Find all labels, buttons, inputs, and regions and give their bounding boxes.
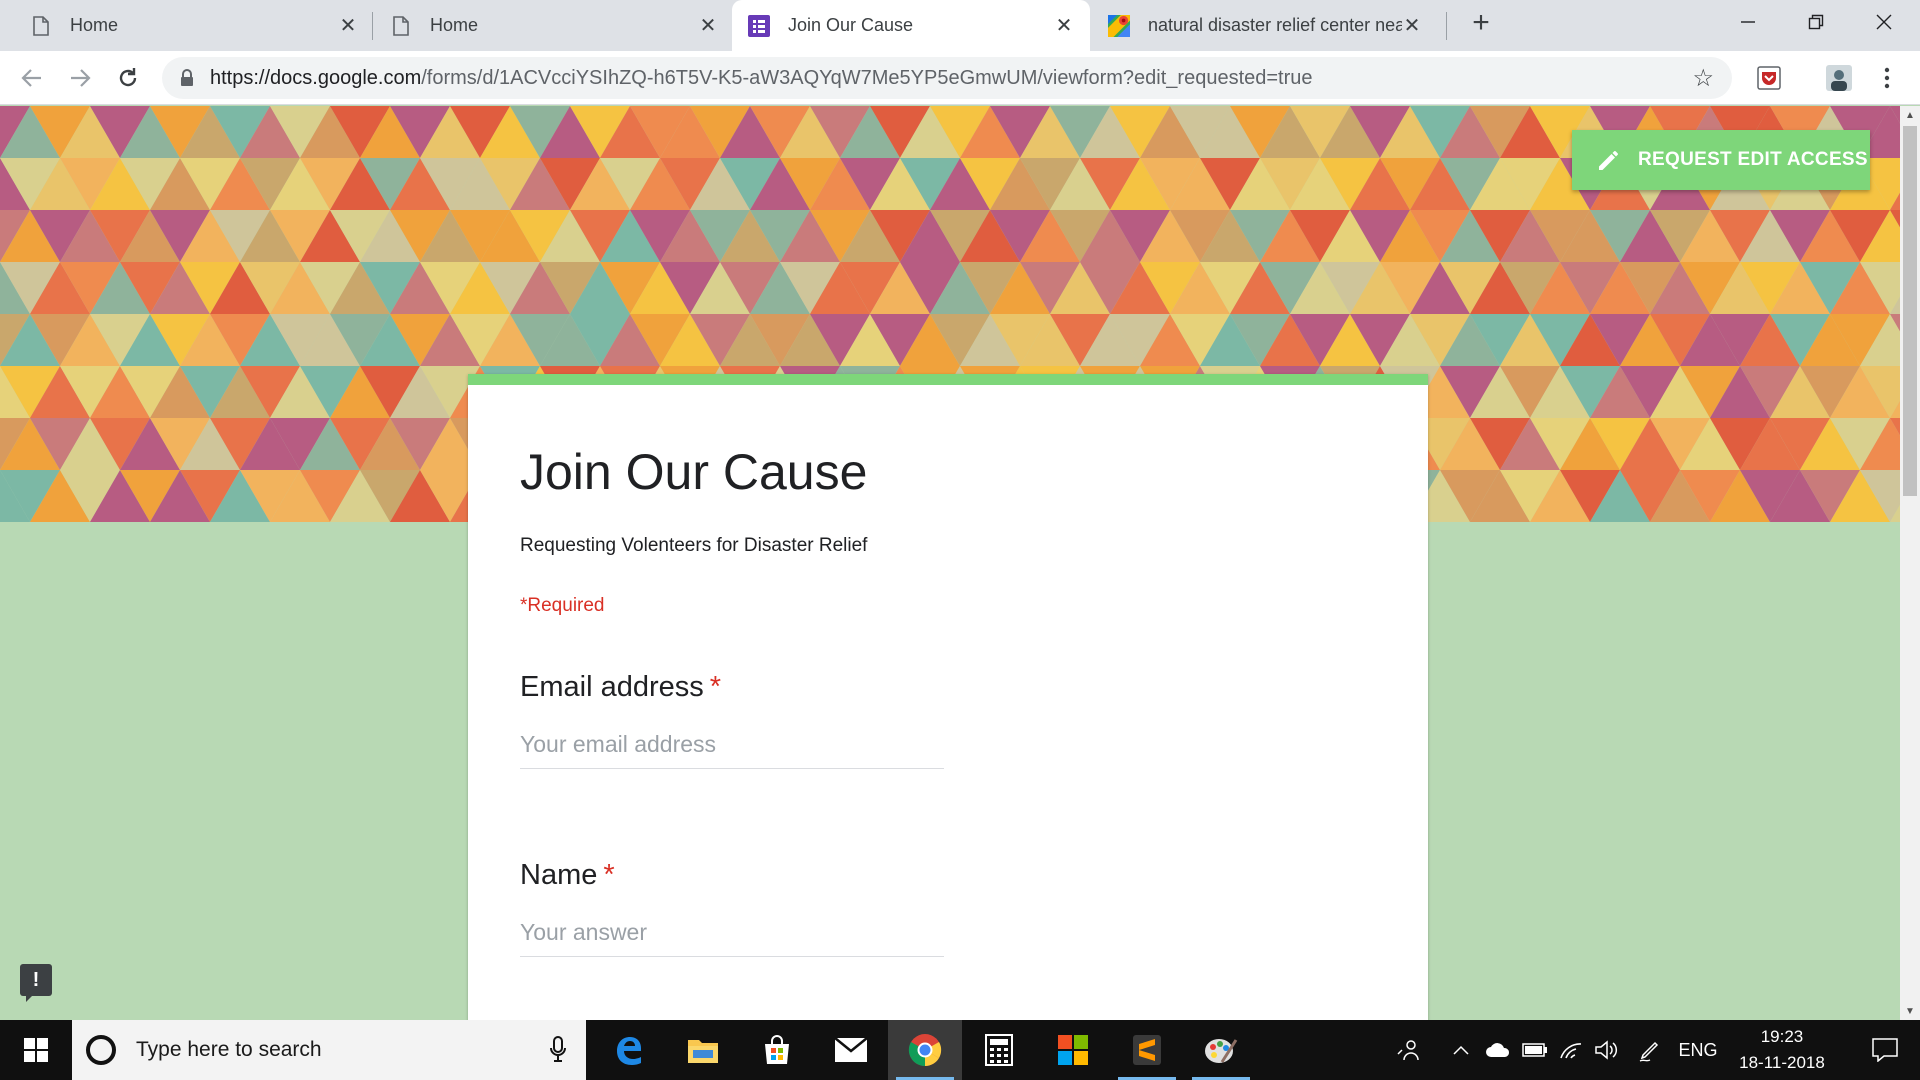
scroll-down-arrow-icon[interactable]: ▼ [1900,1002,1920,1020]
pencil-icon [1599,151,1618,170]
close-tab-icon[interactable]: ✕ [698,13,718,38]
office-tiles-app-icon[interactable] [1036,1020,1110,1080]
language-label: ENG [1678,1039,1718,1060]
required-asterisk: * [603,859,615,891]
tab-join-our-cause[interactable]: Join Our Cause ✕ [732,0,1090,51]
google-maps-icon [1108,14,1130,38]
page-scrollbar[interactable]: ▲ ▼ [1900,106,1920,1020]
paint-app-icon[interactable] [1184,1020,1258,1080]
browser-tab-strip: Home ✕ Home ✕ Join Our Cause ✕ natural d… [0,0,1920,51]
tab-maps-search[interactable]: natural disaster relief center near ✕ [1092,0,1438,51]
language-indicator[interactable]: ENG [1672,1020,1724,1080]
minimize-button[interactable] [1716,0,1780,44]
form-description: Requesting Volenteers for Disaster Relie… [520,535,868,556]
url-path: /forms/d/1ACVcciYSIhZQ-h6T5V-K5-aW3AQYqW… [421,66,1313,89]
store-app-icon[interactable] [740,1020,814,1080]
page-content: REQUEST EDIT ACCESS Join Our Cause Reque… [0,106,1900,1020]
reload-button[interactable] [110,60,146,96]
form-title: Join Our Cause [520,444,868,500]
system-clock[interactable]: 19:23 18-11-2018 [1720,1020,1844,1080]
profile-avatar-icon[interactable] [1824,63,1854,93]
required-note: *Required [520,595,605,616]
action-center-icon[interactable] [1850,1020,1920,1080]
question-name-label: Name * [520,859,615,892]
onedrive-cloud-icon[interactable] [1482,1020,1514,1080]
new-tab-button[interactable]: + [1466,6,1496,40]
search-placeholder: Type here to search [136,1038,322,1061]
show-hidden-icons-chevron-icon[interactable] [1448,1020,1474,1080]
battery-icon[interactable] [1520,1020,1550,1080]
close-tab-icon[interactable]: ✕ [1054,13,1074,38]
windows-logo-icon [24,1038,48,1062]
question-label-text: Name [520,859,598,891]
tab-home-2[interactable]: Home ✕ [374,0,734,51]
close-window-button[interactable] [1852,0,1916,44]
volume-icon[interactable] [1590,1020,1622,1080]
browser-toolbar: https://docs.google.com/forms/d/1ACVcciY… [0,51,1920,105]
back-arrow-icon [21,69,41,87]
taskbar-search-box[interactable]: Type here to search [72,1020,586,1080]
pocket-extension-icon[interactable] [1754,63,1784,93]
file-explorer-icon[interactable] [666,1020,740,1080]
tab-label: Home [430,15,479,35]
question-email-label: Email address * [520,671,721,704]
required-asterisk: * [709,671,722,703]
question-label-text: Email address [520,671,704,703]
feedback-icon: ! [32,968,40,991]
close-tab-icon[interactable]: ✕ [1402,13,1422,38]
pen-ink-workspace-icon[interactable] [1634,1020,1666,1080]
google-forms-icon [748,14,770,38]
document-icon [390,14,412,38]
cortana-icon [86,1035,116,1065]
sublime-text-app-icon[interactable] [1110,1020,1184,1080]
chrome-app-icon[interactable] [888,1020,962,1080]
close-tab-icon[interactable]: ✕ [338,13,358,38]
report-feedback-button[interactable]: ! [20,964,52,1002]
scroll-up-arrow-icon[interactable]: ▲ [1900,106,1920,124]
forward-button[interactable] [62,60,98,96]
back-button[interactable] [14,60,50,96]
form-card: Join Our Cause Requesting Volenteers for… [468,374,1428,1020]
url-host: https://docs.google.com [210,66,422,89]
edge-app-icon[interactable] [592,1020,666,1080]
tab-separator [1446,12,1447,40]
name-placeholder: Your answer [520,919,648,945]
wifi-icon[interactable] [1556,1020,1586,1080]
calculator-app-icon[interactable] [962,1020,1036,1080]
scrollbar-thumb[interactable] [1903,126,1917,496]
people-icon[interactable] [1390,1020,1426,1080]
clock-date: 18-11-2018 [1739,1053,1825,1072]
start-button[interactable] [0,1020,72,1080]
email-placeholder: Your email address [520,731,717,757]
clock-time: 19:23 [1760,1027,1804,1046]
restore-button[interactable] [1784,0,1848,44]
windows-taskbar: Type here to search ENG 19:23 18-11-2018 [0,1020,1920,1080]
tab-home-1[interactable]: Home ✕ [14,0,374,51]
email-field[interactable]: Your email address [520,725,944,769]
request-edit-access-label: REQUEST EDIT ACCESS [1638,149,1868,170]
tab-label: natural disaster relief center near [1148,15,1402,35]
microphone-icon[interactable] [550,1036,566,1068]
tab-separator [372,12,373,40]
lock-icon [180,69,194,87]
name-field[interactable]: Your answer [520,913,944,957]
document-icon [30,14,52,38]
bookmark-star-icon[interactable]: ☆ [1692,64,1714,93]
forward-arrow-icon [71,69,91,87]
browser-menu-icon[interactable] [1872,63,1902,93]
mail-app-icon[interactable] [814,1020,888,1080]
tab-label: Home [70,15,119,35]
reload-icon [119,68,137,87]
tab-label: Join Our Cause [788,15,914,35]
request-edit-access-button[interactable]: REQUEST EDIT ACCESS [1572,130,1870,190]
address-bar[interactable]: https://docs.google.com/forms/d/1ACVcciY… [162,57,1732,99]
